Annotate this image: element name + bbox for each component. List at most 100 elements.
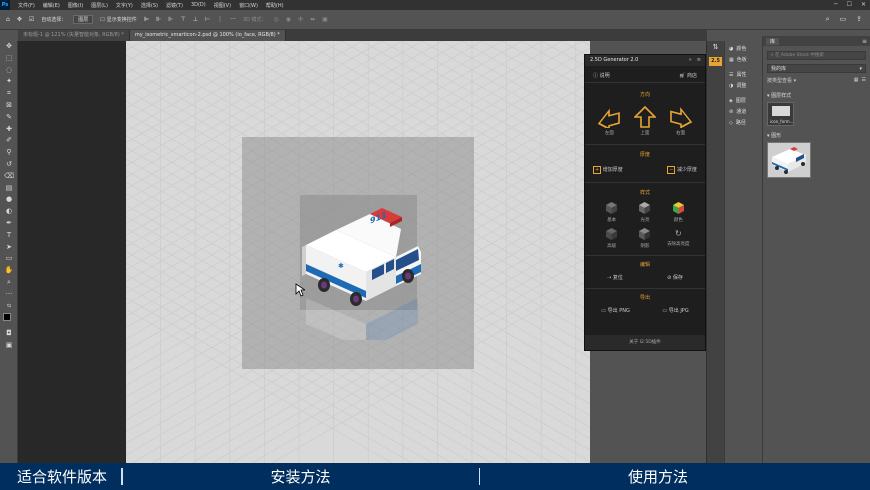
- menu-window[interactable]: 窗口(W): [239, 2, 258, 9]
- auto-select-checkbox[interactable]: ☑: [29, 16, 34, 23]
- lasso-tool-icon[interactable]: ◌: [0, 65, 18, 77]
- collapse-icon[interactable]: »: [689, 55, 692, 66]
- marquee-tool-icon[interactable]: ⬚: [0, 53, 18, 65]
- align-top-icon[interactable]: ⊤: [180, 16, 185, 23]
- minimize-icon[interactable]: ─: [834, 1, 838, 8]
- align-center-icon[interactable]: ⊪: [156, 16, 161, 23]
- maximize-icon[interactable]: ☐: [847, 1, 852, 8]
- edit-toolbar-icon[interactable]: ···: [0, 289, 18, 301]
- auto-select-dropdown[interactable]: 图层: [73, 15, 94, 24]
- quick-mask-icon[interactable]: ◘: [0, 328, 18, 340]
- direction-up-button[interactable]: 上面: [633, 105, 657, 136]
- eraser-tool-icon[interactable]: ⌫: [0, 171, 18, 183]
- style-glossy-button[interactable]: 光亮: [628, 201, 661, 223]
- library-search-input[interactable]: ⌕ 在 Adobe Stock 中搜索: [767, 51, 866, 60]
- eyedropper-tool-icon[interactable]: ✎: [0, 112, 18, 124]
- banner-install-method[interactable]: 安装方法: [271, 466, 331, 487]
- panel-paths[interactable]: ◇ 路径: [725, 117, 762, 128]
- direction-right-button[interactable]: 右面: [669, 106, 693, 136]
- brush-tool-icon[interactable]: ✐: [0, 135, 18, 147]
- menu-edit[interactable]: 编辑(E): [43, 2, 60, 9]
- align-right-icon[interactable]: ⊩: [168, 16, 173, 23]
- direction-left-button[interactable]: 左面: [597, 106, 621, 136]
- blur-tool-icon[interactable]: ●: [0, 194, 18, 206]
- magic-wand-tool-icon[interactable]: ✦: [0, 76, 18, 88]
- menu-type[interactable]: 文字(Y): [116, 2, 133, 9]
- tab-isometric-smarticon[interactable]: my_isometric_smarticon-2.psd @ 100% (io_…: [129, 30, 286, 41]
- roll-3d-icon[interactable]: ◉: [286, 16, 291, 23]
- orbit-3d-icon[interactable]: ◎: [274, 16, 279, 23]
- store-link[interactable]: 🛒︎ 商店: [679, 72, 697, 79]
- share-icon[interactable]: ⇪: [856, 15, 862, 24]
- dodge-tool-icon[interactable]: ◐: [0, 206, 18, 218]
- style-color-button[interactable]: 颜色: [662, 201, 695, 223]
- history-panel-icon[interactable]: ⇅: [707, 43, 724, 51]
- library-tab[interactable]: 库: [766, 37, 780, 45]
- frame-tool-icon[interactable]: ⊠: [0, 100, 18, 112]
- show-transform-checkbox[interactable]: ☐: [100, 17, 104, 23]
- pen-tool-icon[interactable]: ✒: [0, 218, 18, 230]
- panel-channels[interactable]: ⊜ 通道: [725, 106, 762, 117]
- pan-3d-icon[interactable]: ✣: [298, 16, 303, 23]
- library-menu-icon[interactable]: ≡: [862, 38, 867, 45]
- panel-swatches[interactable]: ▦ 色板: [725, 54, 762, 65]
- distribute-icon[interactable]: ⋮: [217, 16, 223, 23]
- panel-adjustments[interactable]: ◑ 调整: [725, 80, 762, 91]
- menu-3d[interactable]: 3D(D): [191, 2, 206, 8]
- reset-button[interactable]: ⇢ 复位: [607, 274, 623, 281]
- menu-view[interactable]: 视图(V): [214, 2, 231, 9]
- library-section-styles[interactable]: ▾ 图层样式: [767, 92, 866, 99]
- style-basic-button[interactable]: 基本: [595, 201, 628, 223]
- menu-layer[interactable]: 图层(L): [91, 2, 108, 9]
- style-advanced-button[interactable]: 高级: [595, 227, 628, 249]
- export-jpg-button[interactable]: ▭ 导出 JPG: [662, 307, 688, 314]
- close-icon[interactable]: ✕: [861, 1, 866, 8]
- move-tool-icon[interactable]: ✥: [0, 41, 18, 53]
- screen-mode-icon[interactable]: ▣: [0, 340, 18, 352]
- menu-help[interactable]: 帮助(H): [266, 2, 284, 9]
- gradient-tool-icon[interactable]: ▤: [0, 183, 18, 195]
- style-shadow-button[interactable]: 阴影: [628, 227, 661, 249]
- align-middle-icon[interactable]: ⊥: [193, 16, 198, 23]
- foreground-color-swatch[interactable]: [3, 313, 11, 322]
- history-brush-tool-icon[interactable]: ↺: [0, 159, 18, 171]
- style-remove-highlight-button[interactable]: ↻ 去除高亮度: [662, 227, 695, 249]
- thickness-sub-button[interactable]: − 减少厚度: [667, 166, 697, 174]
- banner-software-version[interactable]: 适合软件版本: [17, 466, 107, 487]
- hand-tool-icon[interactable]: ✋: [0, 265, 18, 277]
- clone-stamp-tool-icon[interactable]: ⚲: [0, 147, 18, 159]
- library-filter[interactable]: 按类型查看 ▾: [767, 77, 796, 84]
- default-colors-icon[interactable]: ⇆: [0, 301, 18, 313]
- panel-color[interactable]: ◕ 颜色: [725, 43, 762, 54]
- thickness-add-button[interactable]: + 增加厚度: [593, 166, 623, 174]
- zoom-tool-icon[interactable]: ⌕: [0, 277, 18, 289]
- scale-3d-icon[interactable]: ▣: [322, 16, 328, 23]
- slide-3d-icon[interactable]: ⬌: [310, 16, 315, 23]
- path-selection-tool-icon[interactable]: ➤: [0, 242, 18, 254]
- panel-menu-icon[interactable]: ≡: [697, 55, 701, 66]
- panel-layers[interactable]: ◈ 图层: [725, 95, 762, 106]
- search-icon[interactable]: ⌕: [826, 15, 830, 24]
- list-view-icon[interactable]: ☰: [862, 77, 866, 84]
- graphic-thumbnail[interactable]: [767, 142, 811, 178]
- library-section-graphics[interactable]: ▾ 图形: [767, 132, 866, 139]
- banner-usage-method[interactable]: 使用方法: [628, 466, 688, 487]
- crop-tool-icon[interactable]: ⌗: [0, 88, 18, 100]
- home-icon[interactable]: ⌂: [6, 16, 10, 23]
- workspace-icon[interactable]: ▭: [840, 15, 847, 24]
- type-tool-icon[interactable]: T: [0, 230, 18, 242]
- layer-style-thumbnail[interactable]: icon_form...: [767, 102, 794, 126]
- menu-file[interactable]: 文件(F): [18, 2, 35, 9]
- save-button[interactable]: ⊘ 保存: [667, 274, 683, 281]
- grid-view-icon[interactable]: ▦: [854, 77, 859, 84]
- help-link[interactable]: ⓘ 说明: [593, 72, 610, 79]
- healing-brush-tool-icon[interactable]: ✚: [0, 124, 18, 136]
- align-left-icon[interactable]: ⊫: [144, 16, 149, 23]
- plugin-badge-icon[interactable]: 2.5: [709, 57, 722, 66]
- menu-image[interactable]: 图像(I): [68, 2, 83, 9]
- rectangle-tool-icon[interactable]: ▭: [0, 253, 18, 265]
- tab-untitled[interactable]: 未标题-1 @ 121% (矢量智能对象, RGB/8) *: [18, 30, 130, 41]
- menu-filter[interactable]: 滤镜(T): [166, 2, 183, 9]
- export-png-button[interactable]: ▭ 导出 PNG: [601, 307, 630, 314]
- more-options-icon[interactable]: ···: [230, 16, 236, 23]
